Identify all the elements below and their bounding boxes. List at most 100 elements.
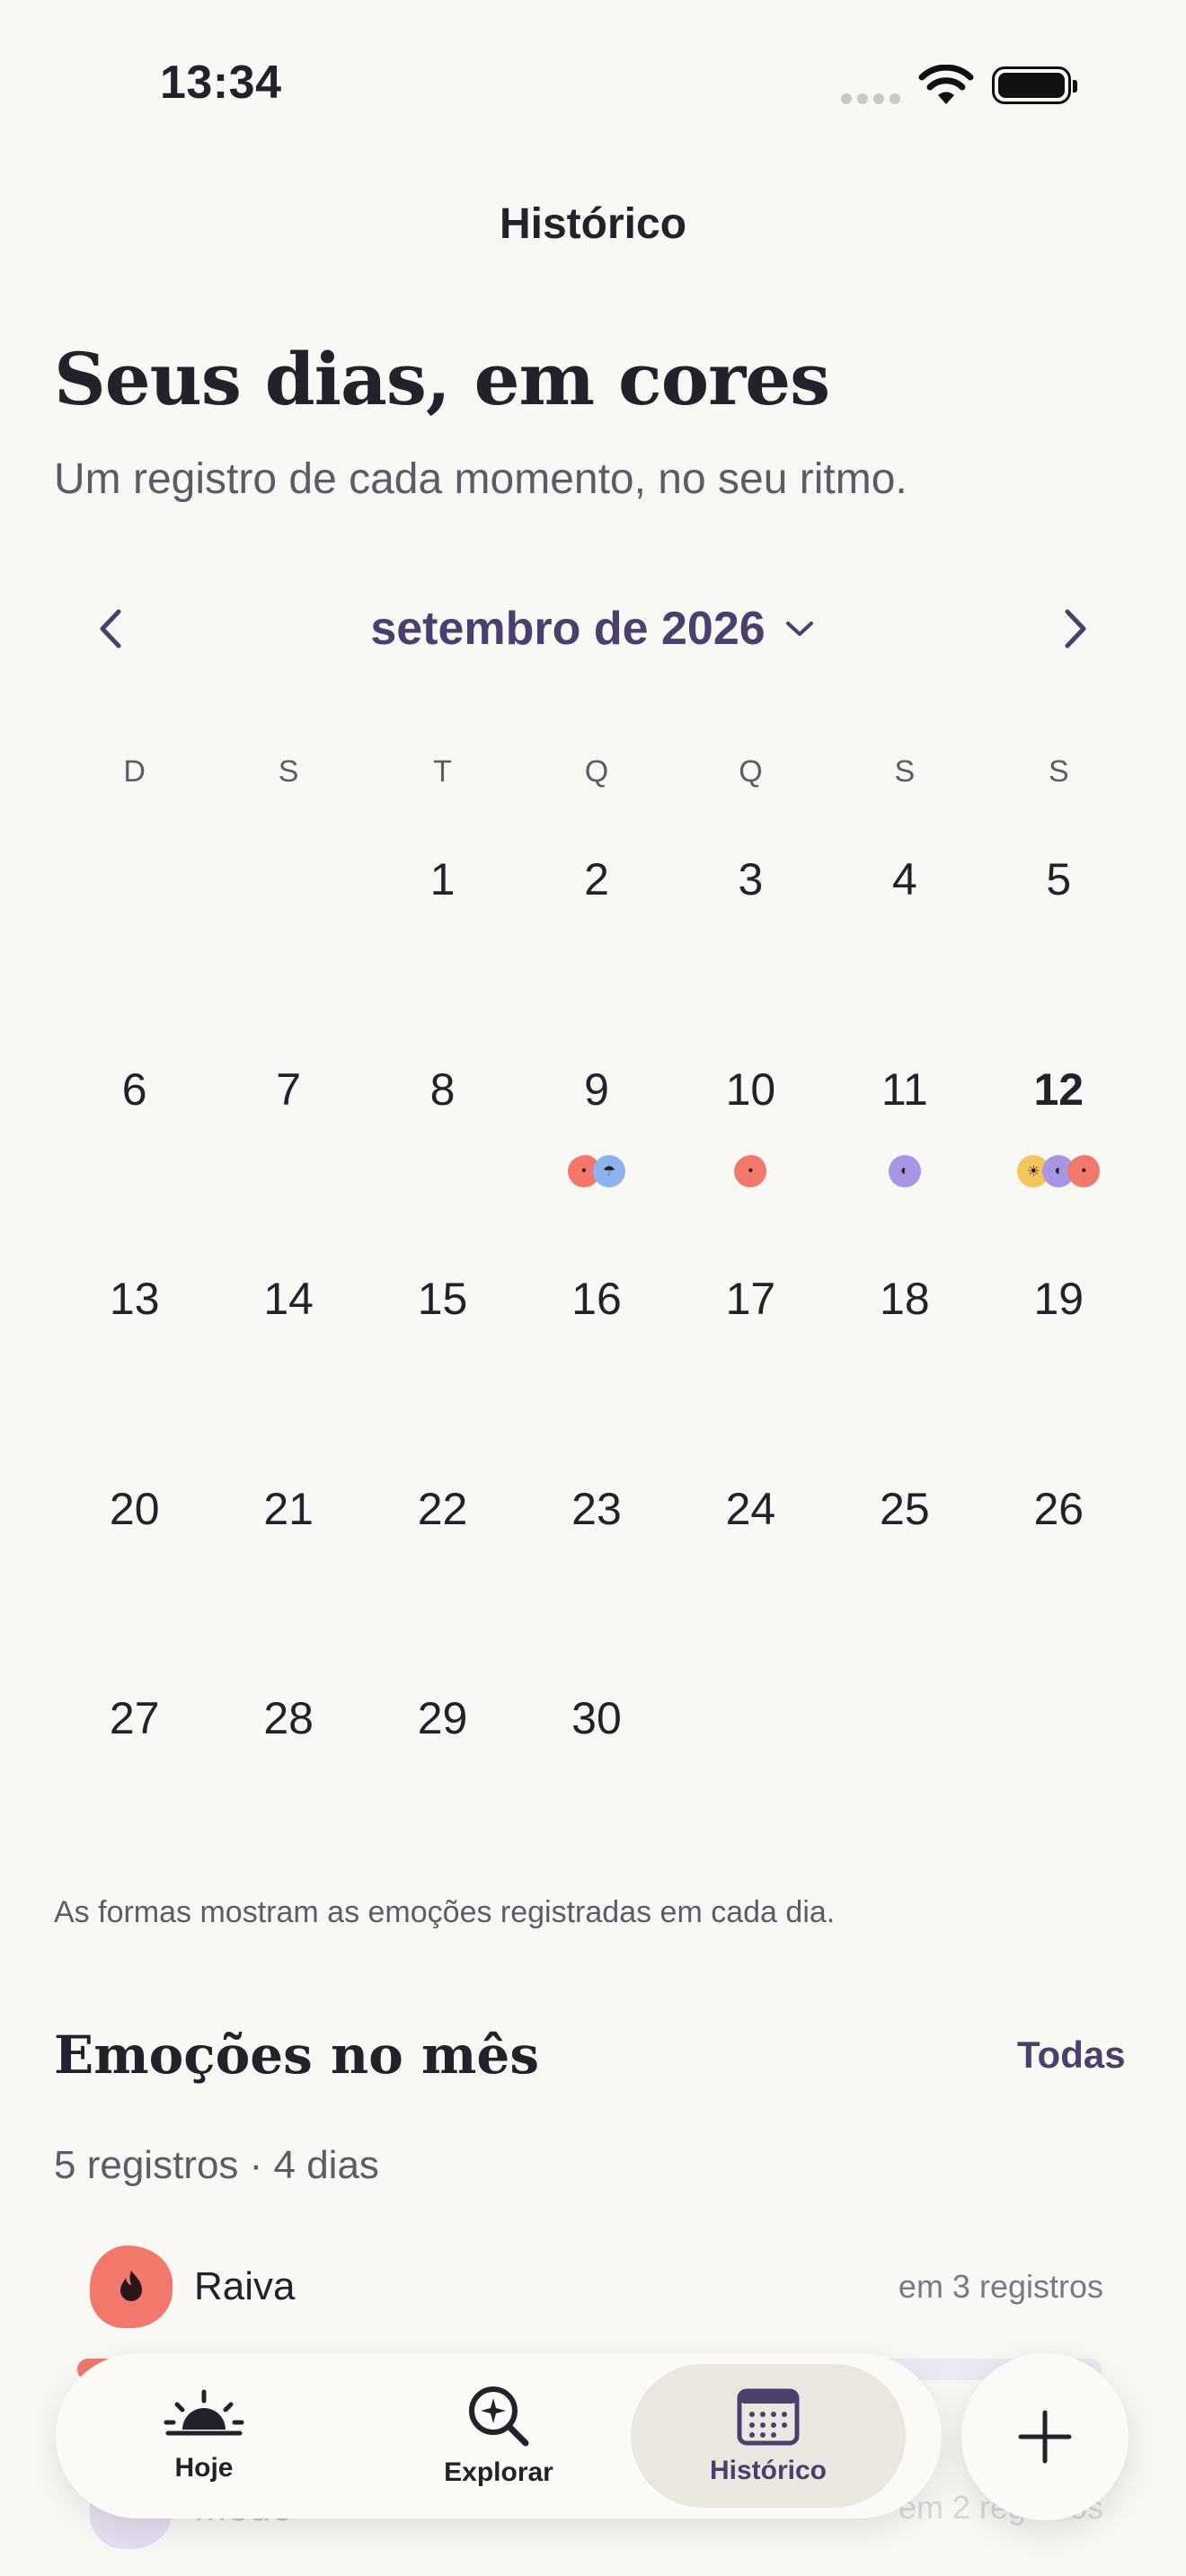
day-number: 1	[429, 854, 456, 904]
battery-icon	[992, 66, 1077, 104]
calendar-day[interactable]: 10 •	[670, 1037, 824, 1247]
calendar-hint: As formas mostram as emoções registradas…	[54, 1895, 836, 1929]
emotion-name: Raiva	[194, 2264, 296, 2308]
next-month-button[interactable]	[1042, 597, 1105, 660]
chevron-right-icon	[1065, 609, 1086, 648]
sparkle-search-icon	[469, 2386, 529, 2447]
weekday-label: S	[1048, 754, 1069, 789]
day-number: 13	[109, 1274, 160, 1324]
month-selector[interactable]: setembro de 2026	[270, 602, 916, 656]
calendar-day[interactable]: 30	[516, 1665, 669, 1875]
calendar-day[interactable]: 24	[670, 1456, 824, 1666]
tab-label: Explorar	[444, 2457, 553, 2487]
previous-month-button[interactable]	[81, 597, 144, 660]
day-number: 24	[725, 1483, 776, 1534]
weekday-label: S	[894, 754, 916, 789]
emotion-row-raiva[interactable]: Raiva em 3 registros	[90, 2245, 1103, 2328]
wifi-icon	[918, 65, 974, 104]
calendar-day[interactable]: 16	[516, 1246, 669, 1456]
day-number: 5	[1046, 854, 1072, 904]
half-moon-icon: ◐	[888, 1154, 921, 1187]
calendar-day[interactable]: 9 • ☂	[516, 1037, 669, 1247]
calendar-icon	[737, 2388, 800, 2446]
day-number: 12	[1033, 1063, 1084, 1115]
calendar-day[interactable]: 6	[54, 1037, 208, 1247]
day-number: 7	[276, 1063, 302, 1115]
tab-historico[interactable]: Histórico	[631, 2364, 906, 2508]
chevron-down-icon	[785, 622, 813, 636]
day-emotion-marks: ☀ ◐ •	[986, 1154, 1132, 1187]
day-number: 20	[109, 1483, 160, 1534]
day-emotion-marks: •	[677, 1154, 824, 1187]
weekday-header: D S T Q Q S S	[54, 754, 1132, 790]
day-number: 8	[429, 1063, 456, 1115]
nav-title: Histórico	[499, 200, 687, 248]
chevron-left-icon	[100, 609, 121, 648]
day-number: 11	[881, 1063, 928, 1115]
calendar-day[interactable]: 23	[516, 1456, 669, 1666]
day-number: 2	[584, 854, 609, 904]
page-title: Seus dias, em cores	[54, 337, 830, 421]
flame-icon	[90, 2245, 173, 2328]
calendar-grid: 1 2 3 4 5 6 7 8 9 • ☂ 10 • 11 ◐ 12 ☀ ◐ • 13 14 15 16 17 18 19 20 21…	[54, 826, 1132, 1875]
weekday-label: D	[123, 754, 146, 789]
day-emotion-marks: • ☂	[523, 1154, 669, 1187]
calendar-day[interactable]: 20	[54, 1456, 208, 1666]
calendar-day[interactable]: 2	[516, 826, 669, 1037]
calendar-day[interactable]: 28	[208, 1665, 361, 1875]
status-time: 13:34	[160, 57, 282, 109]
calendar-day[interactable]: 1	[362, 826, 516, 1037]
day-number: 30	[571, 1693, 622, 1743]
tab-bar: Hoje Explorar Histórico	[56, 2353, 942, 2519]
day-emotion-marks: ◐	[831, 1154, 978, 1187]
calendar-day[interactable]: 17	[670, 1246, 824, 1456]
flame-icon: •	[734, 1154, 767, 1187]
day-number: 17	[725, 1274, 776, 1324]
day-number: 14	[263, 1274, 314, 1324]
calendar-day[interactable]: 22	[362, 1456, 516, 1666]
tab-explorar[interactable]: Explorar	[361, 2364, 636, 2508]
day-number: 4	[891, 854, 917, 904]
tab-label: Histórico	[709, 2456, 828, 2485]
calendar-day[interactable]: 11 ◐	[824, 1037, 978, 1247]
day-number: 18	[880, 1274, 930, 1324]
calendar-day[interactable]: 4	[824, 826, 978, 1037]
calendar-day[interactable]: 29	[362, 1665, 516, 1875]
calendar-day[interactable]: 15	[362, 1246, 516, 1456]
weekday-label: T	[433, 754, 452, 789]
calendar-day[interactable]: 12 ☀ ◐ •	[978, 1037, 1132, 1247]
calendar-day[interactable]: 21	[208, 1456, 361, 1666]
weekday-label: Q	[584, 754, 609, 789]
weekday-label: Q	[739, 754, 763, 789]
month-label: setembro de 2026	[370, 603, 766, 655]
calendar-day[interactable]: 27	[54, 1665, 208, 1875]
cloud-rain-icon: ☂	[592, 1154, 625, 1187]
day-number: 26	[1033, 1483, 1084, 1534]
day-number: 15	[417, 1274, 468, 1324]
day-number: 22	[417, 1483, 468, 1534]
calendar-day[interactable]: 25	[824, 1456, 978, 1666]
weekday-label: S	[278, 754, 299, 789]
calendar-day[interactable]: 7	[208, 1037, 361, 1247]
day-number: 10	[725, 1063, 776, 1115]
calendar-day[interactable]: 8	[362, 1037, 516, 1247]
day-number: 29	[417, 1693, 468, 1743]
tab-hoje[interactable]: Hoje	[66, 2364, 341, 2508]
add-entry-button[interactable]	[961, 2353, 1128, 2520]
calendar-day[interactable]: 5	[978, 826, 1132, 1037]
calendar-day[interactable]: 13	[54, 1246, 208, 1456]
section-title: Emoções no mês	[54, 2025, 539, 2086]
calendar-empty-cell	[54, 826, 208, 1037]
calendar-day[interactable]: 26	[978, 1456, 1132, 1666]
month-summary: 5 registros · 4 dias	[54, 2143, 379, 2187]
day-number: 28	[263, 1693, 314, 1743]
calendar-day[interactable]: 3	[670, 826, 824, 1037]
day-number: 21	[263, 1483, 314, 1534]
cellular-signal-icon	[841, 93, 900, 104]
see-all-link[interactable]: Todas	[1017, 2033, 1126, 2077]
calendar-day[interactable]: 18	[824, 1246, 978, 1456]
calendar-empty-cell	[208, 826, 361, 1037]
calendar-day[interactable]: 19	[978, 1246, 1132, 1456]
day-number: 27	[109, 1693, 160, 1743]
calendar-day[interactable]: 14	[208, 1246, 361, 1456]
